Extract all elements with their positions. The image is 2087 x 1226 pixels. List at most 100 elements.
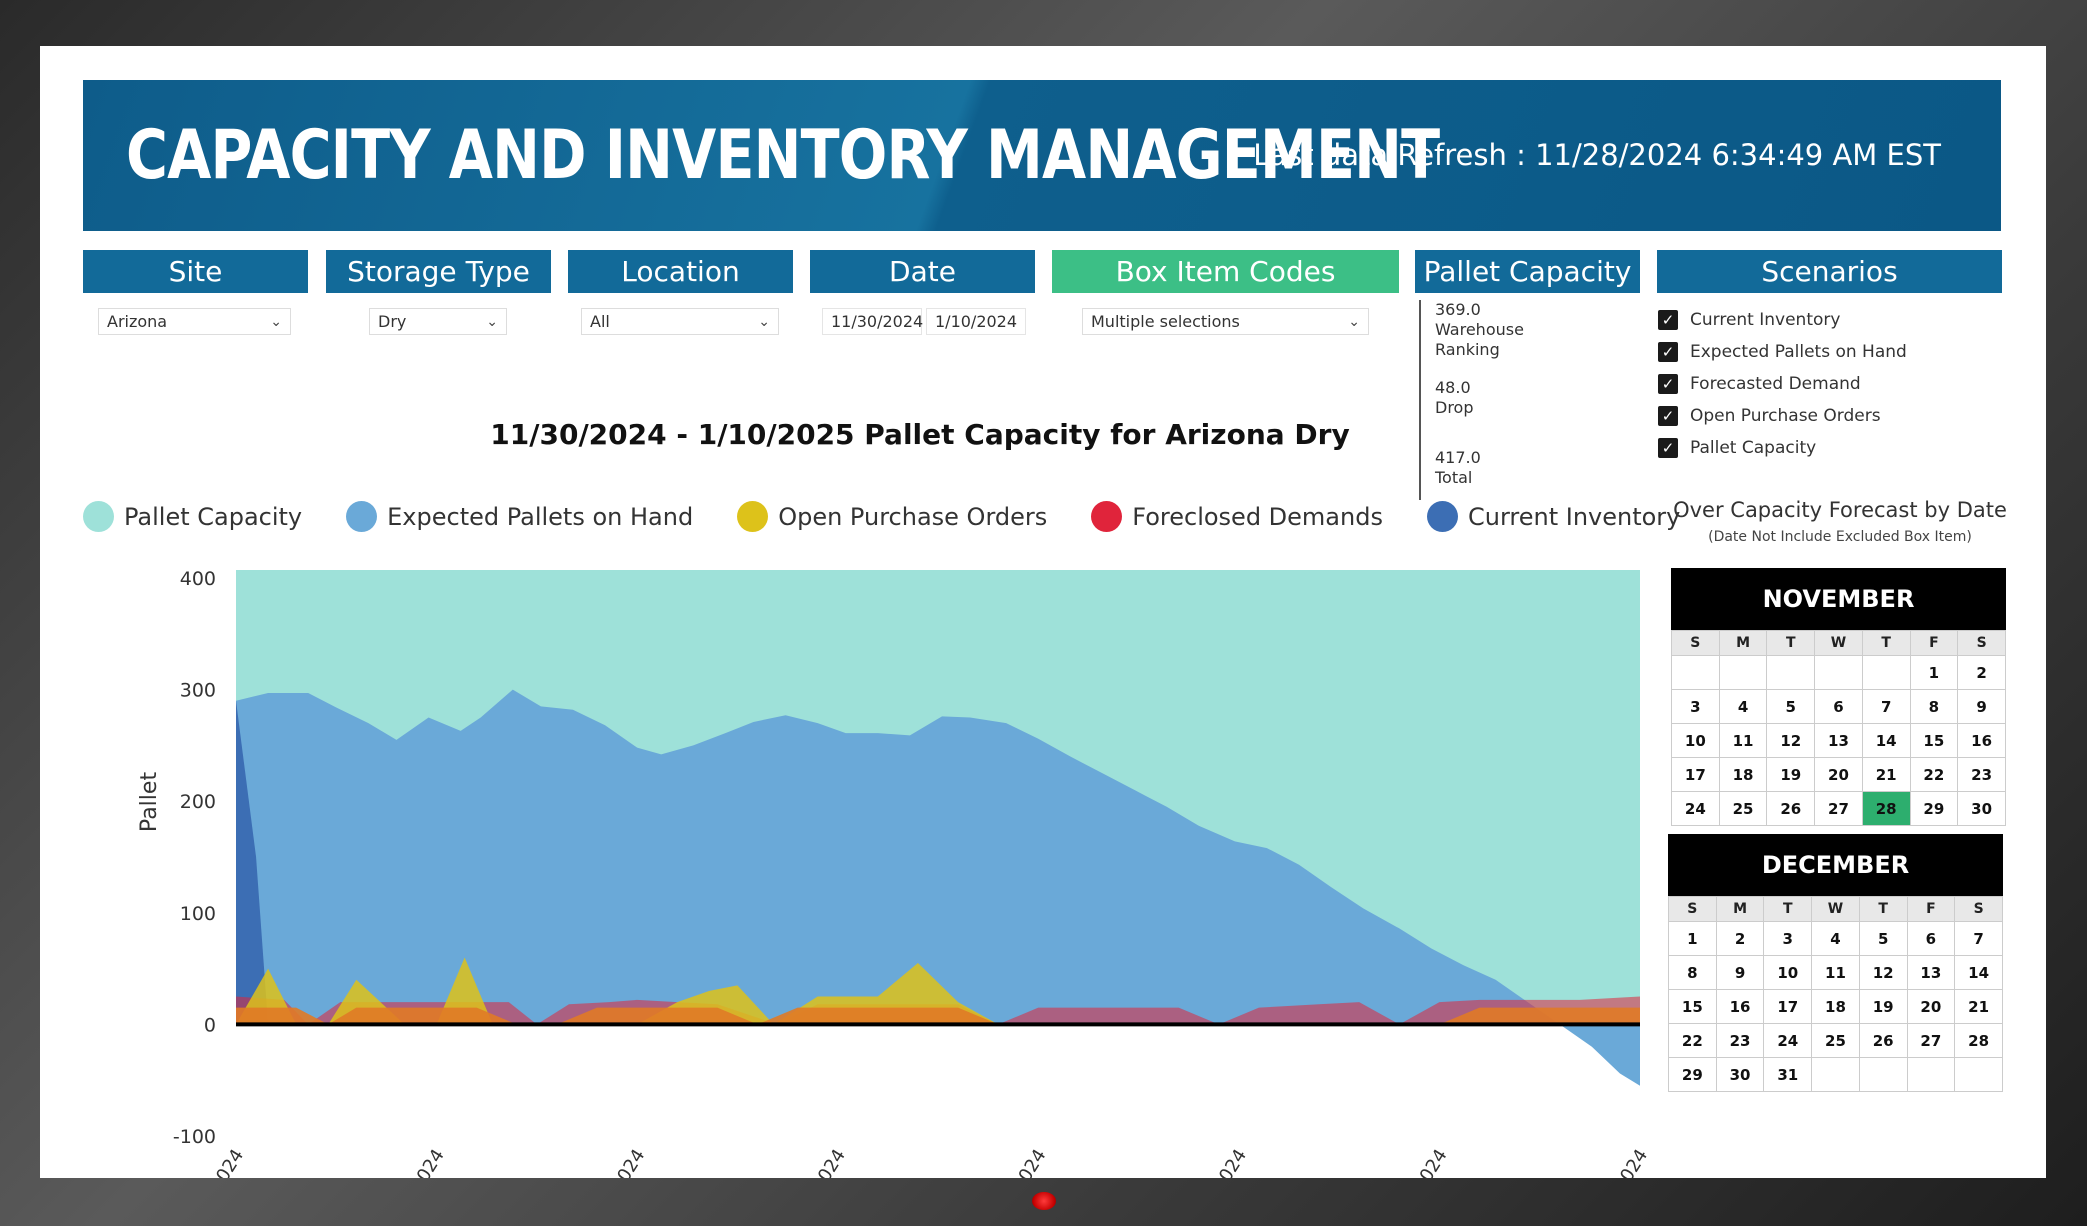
calendar-day[interactable]: 2	[1715, 921, 1765, 956]
weekday-header: F	[1906, 896, 1956, 922]
calendar-day[interactable]: 7	[1954, 921, 2003, 956]
calendar-day[interactable]: 19	[1858, 989, 1908, 1024]
calendar-day[interactable]: 15	[1909, 723, 1959, 758]
calendar-day[interactable]: 12	[1766, 723, 1816, 758]
calendar-day[interactable]: 28	[1861, 791, 1911, 826]
calendar-day[interactable]: 26	[1766, 791, 1816, 826]
weekday-header: S	[1668, 896, 1717, 922]
calendar-day	[1766, 655, 1816, 690]
calendar-day[interactable]: 12	[1858, 955, 1908, 990]
calendar-day[interactable]: 31	[1763, 1057, 1813, 1092]
calendar-day[interactable]: 7	[1861, 689, 1911, 724]
calendar-day[interactable]: 10	[1671, 723, 1720, 758]
calendar-day	[1671, 655, 1720, 690]
calendar-day[interactable]: 29	[1668, 1057, 1717, 1092]
calendar-day[interactable]: 20	[1814, 757, 1863, 792]
x-tick-label: 12/10/2024	[577, 1146, 650, 1178]
weekday-header: S	[1954, 896, 2003, 922]
calendar-day	[1858, 1057, 1908, 1092]
calendar-month-title: DECEMBER	[1668, 834, 2003, 896]
calendar-day[interactable]: 1	[1909, 655, 1959, 690]
calendar-day	[1954, 1057, 2003, 1092]
weekday-header: M	[1715, 896, 1765, 922]
calendar-day[interactable]: 27	[1906, 1023, 1956, 1058]
calendar-day[interactable]: 11	[1811, 955, 1860, 990]
calendar-day[interactable]: 1	[1668, 921, 1717, 956]
calendar-day[interactable]: 8	[1909, 689, 1959, 724]
scenario-label: Expected Pallets on Hand	[1690, 342, 1907, 362]
calendar-november: NOVEMBER S M T W T F S 1 2 3 4 5 6 7 8 9 10 11 12 13 14 15 16 17…	[1671, 568, 2006, 826]
calendar-day[interactable]: 28	[1954, 1023, 2003, 1058]
x-tick-label: 12/25/2024	[1178, 1146, 1251, 1178]
calendar-day[interactable]: 18	[1718, 757, 1768, 792]
calendar-day[interactable]: 16	[1957, 723, 2006, 758]
calendar-day[interactable]: 17	[1763, 989, 1813, 1024]
power-led	[1032, 1192, 1056, 1210]
calendar-day[interactable]: 30	[1957, 791, 2006, 826]
calendar-day[interactable]: 11	[1718, 723, 1768, 758]
pallet-capacity-chart: 400 300 200 100 0 -100 Pallet 11/30/2024 12/5/20…	[137, 568, 1653, 1178]
calendar-day	[1811, 1057, 1860, 1092]
calendar-day[interactable]: 4	[1718, 689, 1768, 724]
calendar-day[interactable]: 23	[1715, 1023, 1765, 1058]
calendar-day[interactable]: 9	[1715, 955, 1765, 990]
calendar-day[interactable]: 2	[1957, 655, 2006, 690]
calendar-day[interactable]: 30	[1715, 1057, 1765, 1092]
scenario-label: Forecasted Demand	[1690, 374, 1861, 394]
weekday-header: F	[1909, 630, 1959, 656]
calendar-day[interactable]: 16	[1715, 989, 1765, 1024]
scenarios-header: Scenarios	[1657, 250, 2002, 293]
weekday-header: T	[1858, 896, 1908, 922]
calendar-day	[1861, 655, 1911, 690]
calendar-day[interactable]: 4	[1811, 921, 1860, 956]
calendar-day[interactable]: 3	[1763, 921, 1813, 956]
calendar-day[interactable]: 29	[1909, 791, 1959, 826]
calendar-day[interactable]: 22	[1668, 1023, 1717, 1058]
calendar-day[interactable]: 3	[1671, 689, 1720, 724]
calendar-day[interactable]: 13	[1814, 723, 1863, 758]
calendar-day[interactable]: 6	[1814, 689, 1863, 724]
y-axis-label: Pallet	[137, 772, 162, 833]
calendar-day[interactable]: 6	[1906, 921, 1956, 956]
calendar-day[interactable]: 17	[1671, 757, 1720, 792]
calendar-day[interactable]: 14	[1954, 955, 2003, 990]
calendar-day[interactable]: 26	[1858, 1023, 1908, 1058]
x-tick-label: 11/30/2024	[175, 1146, 248, 1178]
calendar-day[interactable]: 21	[1954, 989, 2003, 1024]
calendar-day	[1718, 655, 1768, 690]
calendar-day[interactable]: 15	[1668, 989, 1717, 1024]
calendar-day[interactable]: 5	[1766, 689, 1816, 724]
calendar-day[interactable]: 25	[1718, 791, 1768, 826]
weekday-header: T	[1766, 630, 1816, 656]
weekday-header: T	[1763, 896, 1813, 922]
y-tick-label: 100	[180, 903, 216, 925]
calendar-day[interactable]: 19	[1766, 757, 1816, 792]
x-tick-label: 12/20/2024	[978, 1146, 1051, 1178]
x-tick-label: 1/5/2024	[1391, 1146, 1452, 1178]
calendar-day[interactable]: 24	[1671, 791, 1720, 826]
calendar-day[interactable]: 14	[1861, 723, 1911, 758]
over-capacity-subtitle: (Date Not Include Excluded Box Item)	[1708, 529, 1972, 545]
calendar-day[interactable]: 5	[1858, 921, 1908, 956]
calendar-day[interactable]: 9	[1957, 689, 2006, 724]
weekday-header: T	[1861, 630, 1911, 656]
weekday-header: W	[1814, 630, 1863, 656]
y-tick-label: 400	[180, 568, 216, 590]
calendar-grid: S M T W T F S 1 2 3 4 5 6 7 8 9 10 11 12 13 14 15 16 17 18 19 20 21…	[1671, 630, 2006, 826]
monitor-screen: CAPACITY AND INVENTORY MANAGEMENT Last d…	[40, 46, 2046, 1178]
scenario-label: Current Inventory	[1690, 310, 1841, 330]
calendar-day[interactable]: 22	[1909, 757, 1959, 792]
weekday-header: W	[1811, 896, 1860, 922]
calendar-day[interactable]: 21	[1861, 757, 1911, 792]
calendar-day[interactable]: 18	[1811, 989, 1860, 1024]
calendar-day[interactable]: 25	[1811, 1023, 1860, 1058]
calendar-december: DECEMBER S M T W T F S 1 2 3 4 5 6 7 8 9 10 11 12 13 14 15 16 17…	[1668, 834, 2003, 1092]
calendar-day[interactable]: 27	[1814, 791, 1863, 826]
calendar-day[interactable]: 24	[1763, 1023, 1813, 1058]
x-tick-label: 1/10/2024	[1586, 1146, 1653, 1178]
calendar-day[interactable]: 20	[1906, 989, 1956, 1024]
calendar-day[interactable]: 8	[1668, 955, 1717, 990]
calendar-day[interactable]: 23	[1957, 757, 2006, 792]
calendar-day[interactable]: 13	[1906, 955, 1956, 990]
calendar-day[interactable]: 10	[1763, 955, 1813, 990]
